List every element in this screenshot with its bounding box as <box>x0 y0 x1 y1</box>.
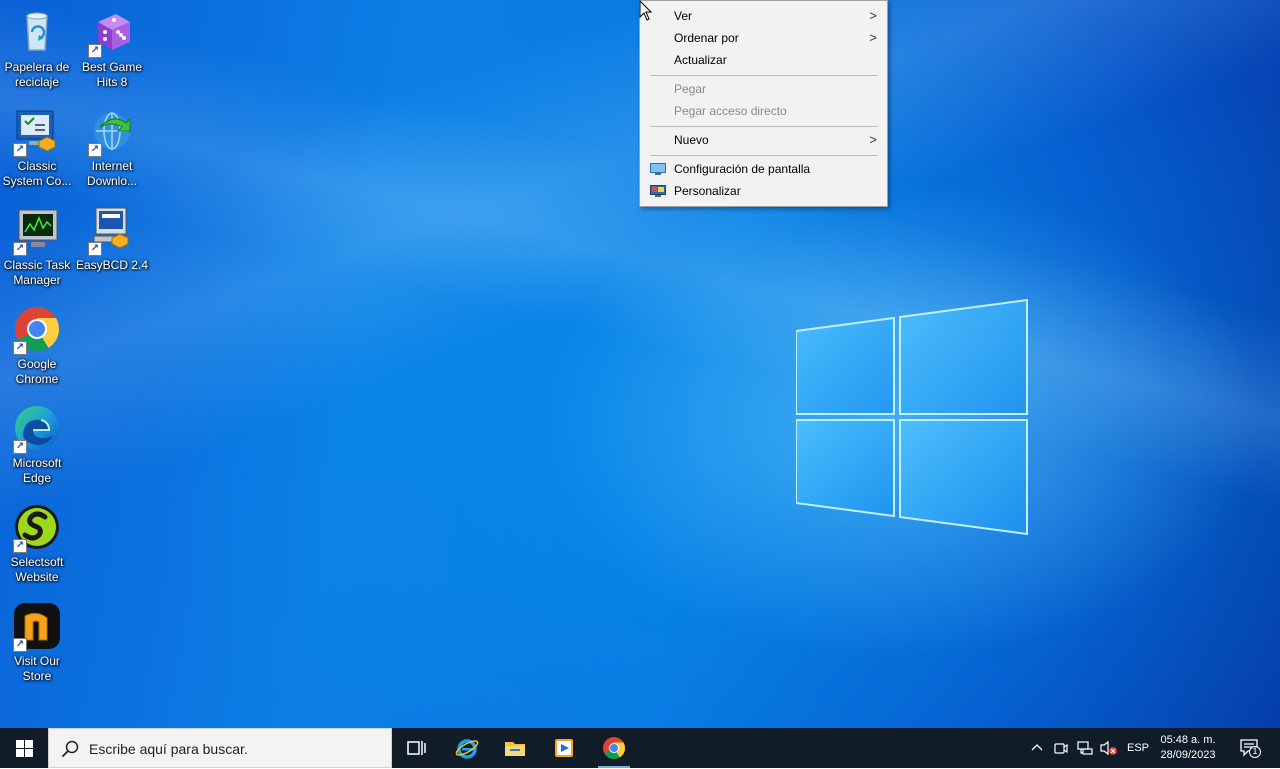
taskbar-media-player[interactable] <box>540 728 588 768</box>
tray-network[interactable] <box>1074 728 1096 768</box>
desktop-icon-label: Internet Downlo... <box>86 159 138 188</box>
shortcut-arrow-icon: ↗ <box>13 440 27 454</box>
camera-icon <box>1054 743 1068 754</box>
show-hidden-icons-button[interactable] <box>1026 728 1048 768</box>
recycle-bin-icon <box>13 8 61 56</box>
menu-item-nuevo[interactable]: Nuevo > <box>640 129 887 151</box>
notifications-icon <box>1240 739 1261 758</box>
task-manager-icon: ↗ <box>13 206 61 256</box>
desktop-icon-recycle-bin[interactable]: Papelera de reciclaje <box>0 8 74 90</box>
desktop-icon-label: Microsoft Edge <box>12 456 62 485</box>
edge-icon: ↗ <box>13 404 61 454</box>
display-settings-icon <box>650 163 666 175</box>
chevron-right-icon: > <box>869 30 877 45</box>
internet-explorer-icon <box>455 739 479 759</box>
search-icon <box>61 740 79 758</box>
desktop-icon-selectsoft-website[interactable]: ↗ Selectsoft Website <box>0 503 74 585</box>
clock-time: 05:48 a. m. <box>1160 734 1216 746</box>
menu-separator <box>650 75 878 76</box>
menu-item-label: Nuevo <box>674 133 709 147</box>
desktop-icon-label: Best Game Hits 8 <box>81 60 143 89</box>
desktop-icon-label: Papelera de reciclaje <box>4 60 70 89</box>
taskbar-clock[interactable]: 05:48 a. m. 28/09/2023 <box>1152 728 1224 768</box>
personalize-icon <box>650 185 666 197</box>
action-center-button[interactable]: 1 <box>1232 728 1272 768</box>
desktop-icon-classic-system-config[interactable]: ↗ Classic System Co... <box>0 107 74 189</box>
network-icon <box>1077 741 1093 755</box>
tray-meet-now[interactable] <box>1050 728 1072 768</box>
mouse-cursor-icon <box>639 0 653 21</box>
store-icon: ↗ <box>13 602 61 652</box>
desktop-icon-visit-our-store[interactable]: ↗ Visit Our Store <box>0 602 74 684</box>
taskbar-google-chrome[interactable] <box>590 728 638 768</box>
selectsoft-icon: ↗ <box>13 503 61 553</box>
menu-item-label: Ver <box>674 9 693 23</box>
chrome-icon: ↗ <box>13 305 61 355</box>
desktop-icon-label: EasyBCD 2.4 <box>75 258 149 272</box>
chevron-right-icon: > <box>869 8 877 23</box>
tray-volume[interactable] <box>1098 728 1120 768</box>
desktop-icon-label: Selectsoft Website <box>10 555 64 584</box>
menu-item-pegar: Pegar <box>640 78 887 100</box>
taskbar: Escribe aquí para buscar. ESP 05:48 a. m… <box>0 728 1280 768</box>
desktop-icon-label: Classic Task Manager <box>3 258 71 287</box>
desktop-icon-internet-download[interactable]: ↗ Internet Downlo... <box>75 107 149 189</box>
menu-separator <box>650 126 878 127</box>
clock-date: 28/09/2023 <box>1160 749 1216 761</box>
menu-separator <box>650 155 878 156</box>
desktop-icon-label: Google Chrome <box>15 357 59 386</box>
taskbar-internet-explorer[interactable] <box>443 728 491 768</box>
menu-item-label: Pegar acceso directo <box>674 104 787 118</box>
media-player-icon <box>555 739 573 757</box>
start-button[interactable] <box>0 728 48 768</box>
easybcd-icon: ↗ <box>88 206 136 256</box>
menu-item-label: Configuración de pantalla <box>674 162 811 176</box>
taskbar-file-explorer[interactable] <box>491 728 539 768</box>
internet-download-icon: ↗ <box>88 107 136 157</box>
desktop[interactable]: Papelera de reciclaje ↗ Best Game Hits 8 <box>0 0 1280 728</box>
shortcut-arrow-icon: ↗ <box>13 242 27 256</box>
volume-muted-icon <box>1100 740 1117 756</box>
shortcut-arrow-icon: ↗ <box>88 44 102 58</box>
taskbar-search-box[interactable]: Escribe aquí para buscar. <box>48 728 392 768</box>
shortcut-arrow-icon: ↗ <box>88 143 102 157</box>
windows-logo-wallpaper <box>796 298 1028 536</box>
menu-item-actualizar[interactable]: Actualizar <box>640 49 887 71</box>
menu-item-label: Pegar <box>674 82 707 96</box>
notification-count-badge: 1 <box>1252 746 1258 756</box>
task-view-button[interactable] <box>392 728 440 768</box>
desktop-icon-label: Classic System Co... <box>2 159 72 188</box>
desktop-icon-google-chrome[interactable]: ↗ Google Chrome <box>0 305 74 387</box>
chrome-icon <box>603 737 625 760</box>
desktop-icon-microsoft-edge[interactable]: ↗ Microsoft Edge <box>0 404 74 486</box>
shortcut-arrow-icon: ↗ <box>13 143 27 157</box>
menu-item-configuracion-pantalla[interactable]: Configuración de pantalla <box>640 158 887 180</box>
shortcut-arrow-icon: ↗ <box>13 539 27 553</box>
language-indicator[interactable]: ESP <box>1124 728 1152 768</box>
desktop-icon-classic-task-manager[interactable]: ↗ Classic Task Manager <box>0 206 74 288</box>
menu-item-label: Personalizar <box>674 184 741 198</box>
windows-start-icon <box>16 740 33 757</box>
menu-item-personalizar[interactable]: Personalizar <box>640 180 887 202</box>
menu-item-ver[interactable]: Ver > <box>640 5 887 27</box>
desktop-icon-easybcd[interactable]: ↗ EasyBCD 2.4 <box>75 206 149 273</box>
menu-item-pegar-acceso-directo: Pegar acceso directo <box>640 100 887 122</box>
menu-item-label: Actualizar <box>674 53 727 67</box>
search-placeholder: Escribe aquí para buscar. <box>89 741 248 757</box>
shortcut-arrow-icon: ↗ <box>88 242 102 256</box>
chevron-right-icon: > <box>869 132 877 147</box>
language-label: ESP <box>1126 742 1149 754</box>
task-view-icon <box>407 741 426 755</box>
system-config-icon: ↗ <box>13 107 61 157</box>
chevron-up-icon <box>1031 744 1043 751</box>
desktop-icon-best-game-hits[interactable]: ↗ Best Game Hits 8 <box>75 8 149 90</box>
shortcut-arrow-icon: ↗ <box>13 341 27 355</box>
menu-item-label: Ordenar por <box>674 31 739 45</box>
dice-icon: ↗ <box>88 8 136 58</box>
file-explorer-icon <box>505 742 525 756</box>
shortcut-arrow-icon: ↗ <box>13 638 27 652</box>
menu-item-ordenar-por[interactable]: Ordenar por > <box>640 27 887 49</box>
desktop-icon-label: Visit Our Store <box>14 654 60 683</box>
desktop-context-menu: Ver > Ordenar por > Actualizar Pegar Peg… <box>639 0 888 207</box>
